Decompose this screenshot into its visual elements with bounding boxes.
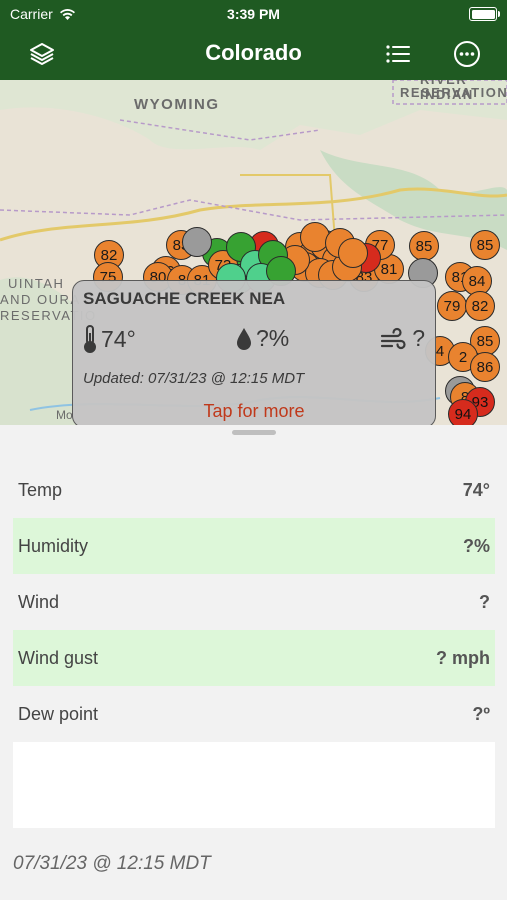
more-button[interactable] <box>451 38 483 70</box>
status-time: 3:39 PM <box>227 6 280 22</box>
detail-value: ?% <box>463 535 490 556</box>
detail-row-humidity: Humidity ?% <box>13 518 495 574</box>
station-marker[interactable] <box>338 238 368 268</box>
map-label-city: Mo <box>56 408 73 422</box>
station-marker[interactable]: 86 <box>470 352 500 382</box>
detail-value: 74° <box>462 479 490 500</box>
detail-row-dew-point: Dew point ?º <box>13 686 495 742</box>
nav-bar: Colorado <box>0 28 507 80</box>
map-label-uintah-2: AND OURA <box>0 292 81 307</box>
station-marker[interactable]: 85 <box>409 231 439 261</box>
list-button[interactable] <box>382 38 414 70</box>
detail-value: ? <box>479 591 490 612</box>
more-icon <box>454 41 480 67</box>
detail-label: Humidity <box>18 535 89 556</box>
station-marker[interactable]: 85 <box>470 230 500 260</box>
status-bar: Carrier 3:39 PM <box>0 0 507 28</box>
map-label-uintah-1: UINTAH <box>8 276 65 291</box>
detail-label: Temp <box>18 479 63 500</box>
page-title: Colorado <box>205 40 302 65</box>
map-label-wyoming: WYOMING <box>134 96 220 113</box>
detail-value: ?º <box>472 703 490 724</box>
callout-wind: ? <box>380 325 425 352</box>
sheet-grabber[interactable] <box>232 430 276 435</box>
map-label-reservation: RESERVATION <box>400 85 507 100</box>
list-icon <box>386 45 410 63</box>
detail-label: Dew point <box>18 703 99 724</box>
station-marker[interactable]: 94 <box>448 399 478 425</box>
detail-timestamp: 07/31/23 @ 12:15 MDT <box>13 853 211 874</box>
station-callout[interactable]: SAGUACHE CREEK NEA 74° ?% ? Updated: 07/… <box>72 280 436 428</box>
thermometer-icon <box>84 325 96 353</box>
detail-row-temp: Temp 74° <box>13 462 495 518</box>
callout-temp-value: 74° <box>101 325 136 352</box>
callout-temp: 74° <box>83 325 136 353</box>
detail-row-wind-gust: Wind gust ? mph <box>13 630 495 686</box>
station-detail-sheet: Temp 74° Humidity ?% Wind ? Wind gust ? … <box>0 425 507 900</box>
callout-wind-value: ? <box>412 325 425 351</box>
detail-row-wind: Wind ? <box>13 574 495 630</box>
callout-updated: Updated: 07/31/23 @ 12:15 MDT <box>83 370 305 387</box>
detail-label: Wind <box>18 591 60 612</box>
station-marker[interactable]: 79 <box>437 291 467 321</box>
wind-icon <box>381 327 406 349</box>
battery-icon <box>469 7 500 21</box>
detail-value: ? mph <box>436 647 490 668</box>
callout-humidity: ?% <box>235 325 289 352</box>
station-marker[interactable] <box>182 227 212 257</box>
notes-box <box>13 742 495 828</box>
callout-values: 74° ?% ? <box>83 323 425 359</box>
station-name: SAGUACHE CREEK NEA <box>83 289 286 308</box>
water-drop-icon <box>237 327 251 350</box>
tap-for-more-link[interactable]: Tap for more <box>73 401 435 422</box>
detail-label: Wind gust <box>18 647 99 668</box>
station-marker[interactable]: 82 <box>465 291 495 321</box>
callout-humidity-value: ?% <box>256 325 290 351</box>
